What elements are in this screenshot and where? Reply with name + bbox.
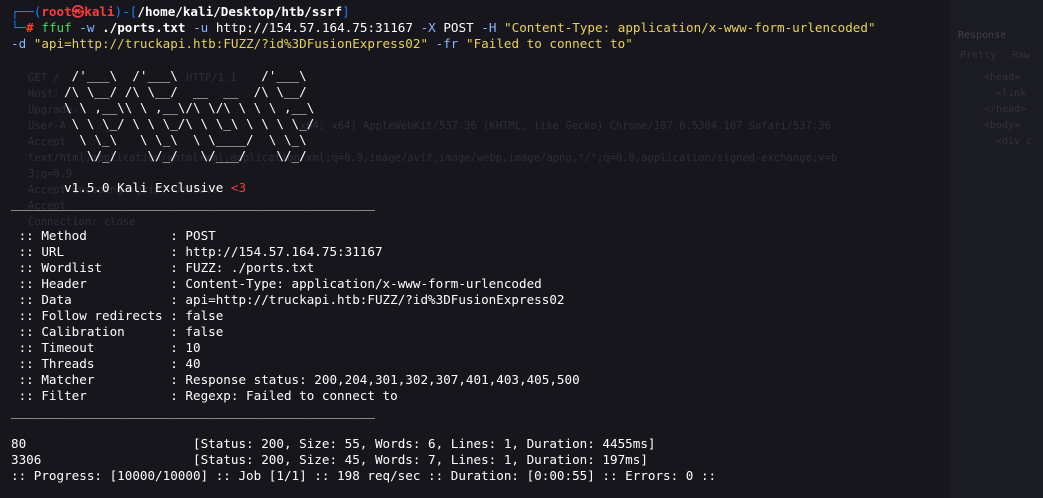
prompt-frame: ┌──( — [11, 4, 42, 19]
ffuf-logo-line: \ \ ,__\\ \ ,__\/\ \/\ \ \ \ ,__\ — [11, 100, 315, 115]
result-port: 3306 — [11, 452, 193, 467]
config-row-threads: :: Threads : 40 — [11, 356, 1043, 372]
config-value: : 10 — [170, 340, 201, 355]
command-flag: -w — [79, 20, 95, 35]
command-line: └─# ffuf -w ./ports.txt -u http://154.57… — [11, 20, 1043, 36]
result-status: [Status: 200, Size: 55, Words: 6, Lines:… — [192, 436, 656, 451]
command-flag: -fr — [435, 36, 459, 51]
divider: ________________________________________… — [11, 196, 375, 211]
config-value: : Regexp: Failed to connect to — [170, 388, 398, 403]
config-row-method: :: Method : POST — [11, 228, 1043, 244]
command-flag: -d — [11, 36, 27, 51]
terminal-output[interactable]: ┌──(root㉿kali)-[/home/kali/Desktop/htb/s… — [0, 0, 1043, 498]
command-data: "api=http://truckapi.htb:FUZZ/?id%3DFusi… — [33, 36, 429, 51]
config-value: : 40 — [170, 356, 201, 371]
result-row: 3306 [Status: 200, Size: 45, Words: 7, L… — [11, 452, 1043, 468]
command-header: "Content-Type: application/x-www-form-ur… — [504, 20, 876, 35]
prompt-line: ┌──(root㉿kali)-[/home/kali/Desktop/htb/s… — [11, 4, 1043, 20]
result-port: 80 — [11, 436, 193, 451]
config-value: : Response status: 200,204,301,302,307,4… — [170, 372, 580, 387]
config-row-header: :: Header : Content-Type: application/x-… — [11, 276, 1043, 292]
config-row-filter: :: Filter : Regexp: Failed to connect to — [11, 388, 1043, 404]
command-flag: -H — [481, 20, 497, 35]
prompt-frame: └─ — [11, 20, 27, 35]
prompt-frame: ] — [342, 4, 350, 19]
config-key: :: Timeout — [11, 340, 171, 355]
command-url: http://154.57.164.75:31167 — [215, 20, 413, 35]
command-method: POST — [443, 20, 474, 35]
config-row-data: :: Data : api=http://truckapi.htb:FUZZ/?… — [11, 292, 1043, 308]
config-value: : Content-Type: application/x-www-form-u… — [170, 276, 542, 291]
divider: ________________________________________… — [11, 404, 375, 419]
config-row-matcher: :: Matcher : Response status: 200,204,30… — [11, 372, 1043, 388]
command-name: ffuf — [41, 20, 72, 35]
ffuf-logo-line: /'___\ /'___\ /'___\ — [11, 68, 307, 83]
config-value: : false — [170, 308, 224, 323]
command-flag: -u — [193, 20, 209, 35]
config-key: :: Calibration — [11, 324, 171, 339]
config-key: :: Filter — [11, 388, 171, 403]
version-text: v1.5.0 Kali Exclusive — [11, 180, 231, 195]
heart-text: <3 — [230, 180, 247, 195]
config-row-follow-redirects: :: Follow redirects : false — [11, 308, 1043, 324]
config-key: :: Data — [11, 292, 171, 307]
config-row-url: :: URL : http://154.57.164.75:31167 — [11, 244, 1043, 260]
prompt-path: /home/kali/Desktop/htb/ssrf — [137, 4, 343, 19]
prompt-hash: # — [26, 20, 34, 35]
config-row-wordlist: :: Wordlist : FUZZ: ./ports.txt — [11, 260, 1043, 276]
command-filter: "Failed to connect to" — [465, 36, 633, 51]
result-status: [Status: 200, Size: 45, Words: 7, Lines:… — [192, 452, 648, 467]
version-line: v1.5.0 Kali Exclusive <3 — [11, 180, 1043, 196]
ffuf-logo-line: \/_/ \/_/ \/___/ \/_/ — [11, 148, 307, 163]
config-key: :: Matcher — [11, 372, 171, 387]
config-key: :: Header — [11, 276, 171, 291]
command-flag: -X — [420, 20, 436, 35]
ffuf-logo-line: \ \_\ \ \_\ \ \____/ \ \_\ — [11, 132, 307, 147]
config-value: : FUZZ: ./ports.txt — [170, 260, 315, 275]
config-value: : http://154.57.164.75:31167 — [170, 244, 383, 259]
config-value: : false — [170, 324, 224, 339]
ffuf-logo-line: \ \ \_/ \ \ \_/\ \ \_\ \ \ \ \_/ — [11, 116, 315, 131]
progress-line: :: Progress: [10000/10000] :: Job [1/1] … — [11, 468, 717, 483]
config-key: :: Follow redirects — [11, 308, 171, 323]
config-row-timeout: :: Timeout : 10 — [11, 340, 1043, 356]
prompt-frame: )-[ — [114, 4, 138, 19]
command-wordlist: ./ports.txt — [102, 20, 186, 35]
config-row-calibration: :: Calibration : false — [11, 324, 1043, 340]
config-key: :: Method — [11, 228, 171, 243]
config-value: : api=http://truckapi.htb:FUZZ/?id%3DFus… — [170, 292, 565, 307]
config-value: : POST — [170, 228, 216, 243]
ffuf-logo-line: /\ \__/ /\ \__/ __ __ /\ \__/ — [11, 84, 307, 99]
config-key: :: URL — [11, 244, 171, 259]
config-key: :: Wordlist — [11, 260, 171, 275]
config-key: :: Threads — [11, 356, 171, 371]
prompt-user-host: root㉿kali — [41, 4, 115, 19]
command-line-continued: -d "api=http://truckapi.htb:FUZZ/?id%3DF… — [11, 36, 1043, 52]
result-row: 80 [Status: 200, Size: 55, Words: 6, Lin… — [11, 436, 1043, 452]
